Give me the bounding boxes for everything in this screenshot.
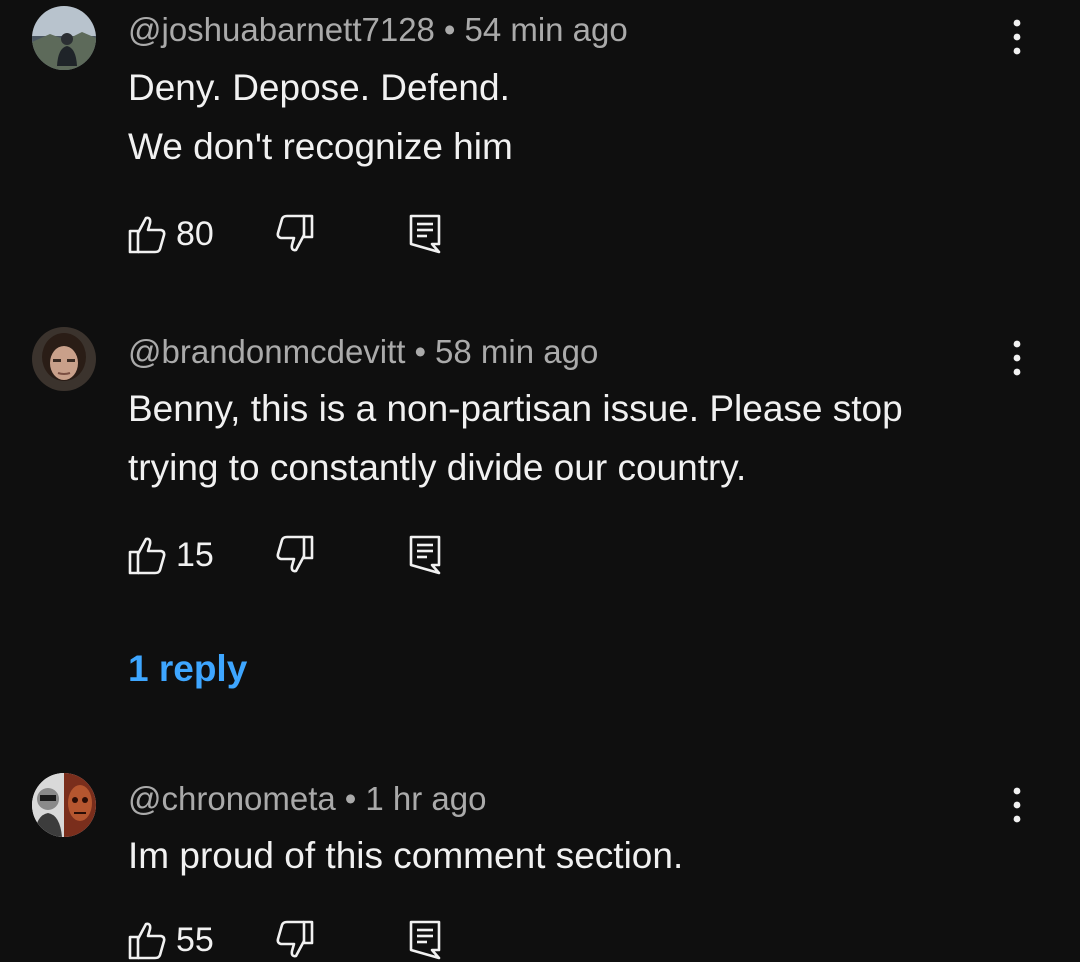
reply-icon (409, 535, 441, 575)
meta-separator: • (414, 333, 427, 370)
comment-time[interactable]: 58 min ago (435, 333, 598, 370)
comment-time[interactable]: 54 min ago (464, 11, 627, 48)
comment-time[interactable]: 1 hr ago (365, 780, 486, 817)
comment-menu-button[interactable] (1000, 335, 1034, 381)
comment-meta: @joshuabarnett7128 • 54 min ago (128, 11, 628, 49)
more-vert-icon (1013, 340, 1021, 376)
comment-text: Im proud of this comment section. (128, 826, 1008, 885)
thumbs-up-icon (128, 537, 166, 575)
comment-text-line: Deny. Depose. Defend. (128, 67, 510, 108)
reply-button[interactable] (408, 212, 442, 256)
dislike-button[interactable] (276, 212, 314, 256)
thumbs-down-icon (276, 535, 314, 573)
comment-author[interactable]: @joshuabarnett7128 (128, 11, 435, 48)
like-count: 15 (176, 535, 214, 574)
comment-text-line: trying to constantly divide our country. (128, 447, 747, 488)
like-button[interactable]: 80 (128, 212, 214, 256)
meta-separator: • (344, 780, 357, 817)
thumbs-down-icon (276, 214, 314, 252)
comment-meta: @brandonmcdevitt • 58 min ago (128, 333, 598, 371)
comment-meta: @chronometa • 1 hr ago (128, 780, 486, 818)
more-vert-icon (1013, 19, 1021, 55)
avatar-image (32, 773, 96, 837)
comment-menu-button[interactable] (1000, 14, 1034, 60)
avatar-image (32, 6, 96, 70)
like-button[interactable]: 15 (128, 533, 214, 577)
avatar[interactable] (32, 773, 96, 837)
thumbs-up-icon (128, 216, 166, 254)
like-count: 55 (176, 920, 214, 959)
thumbs-up-icon (128, 922, 166, 960)
reply-icon (409, 214, 441, 254)
comment-text-line: We don't recognize him (128, 126, 513, 167)
comment-text-line: Im proud of this comment section. (128, 835, 684, 876)
like-button[interactable]: 55 (128, 918, 214, 962)
avatar[interactable] (32, 6, 96, 70)
comment-text: Benny, this is a non-partisan issue. Ple… (128, 379, 1008, 497)
dislike-button[interactable] (276, 918, 314, 962)
reply-button[interactable] (408, 533, 442, 577)
meta-separator: • (443, 11, 456, 48)
view-replies-link[interactable]: 1 reply (128, 648, 247, 690)
more-vert-icon (1013, 787, 1021, 823)
avatar-image (32, 327, 96, 391)
like-count: 80 (176, 214, 214, 253)
comment-author[interactable]: @chronometa (128, 780, 336, 817)
comment-menu-button[interactable] (1000, 782, 1034, 828)
thumbs-down-icon (276, 920, 314, 958)
avatar[interactable] (32, 327, 96, 391)
reply-button[interactable] (408, 918, 442, 962)
comment-text: Deny. Depose. Defend. We don't recognize… (128, 58, 1008, 176)
reply-icon (409, 920, 441, 960)
dislike-button[interactable] (276, 533, 314, 577)
comment-author[interactable]: @brandonmcdevitt (128, 333, 405, 370)
comment-text-line: Benny, this is a non-partisan issue. Ple… (128, 388, 903, 429)
